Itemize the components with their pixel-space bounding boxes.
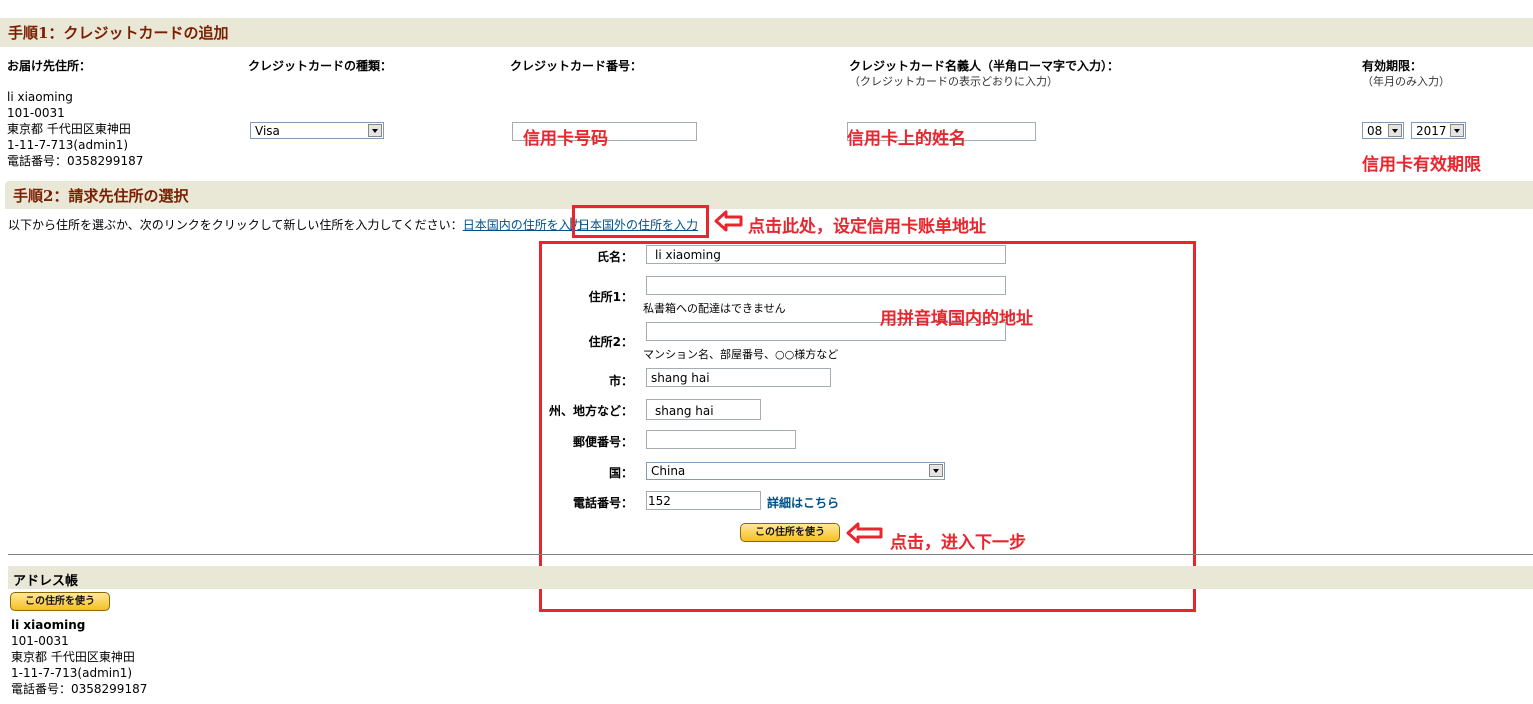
card-type-header: クレジットカードの種類： bbox=[248, 59, 393, 73]
overseas-link-highlight bbox=[572, 205, 709, 238]
expiry-year-value: 2017 bbox=[1416, 124, 1447, 138]
city-input[interactable]: shang hai bbox=[646, 368, 831, 387]
address-line: 電話番号：0358299187 bbox=[7, 154, 144, 168]
step2-title: 手順2：請求先住所の選択 bbox=[13, 187, 189, 205]
name-input[interactable]: li xiaoming bbox=[646, 245, 1006, 264]
country-label: 国： bbox=[608, 466, 633, 480]
address-line: 1-11-7-713(admin1) bbox=[11, 666, 133, 680]
zip-label: 郵便番号： bbox=[572, 435, 633, 449]
phone-label: 電話番号： bbox=[572, 496, 633, 510]
name-label: 氏名： bbox=[596, 250, 633, 264]
left-arrow-icon bbox=[714, 210, 743, 232]
divider bbox=[8, 554, 1533, 555]
use-this-address-button[interactable]: この住所を使う bbox=[740, 523, 840, 542]
left-arrow-icon bbox=[846, 522, 883, 544]
country-value: China bbox=[651, 464, 686, 478]
address-line: 東京都 千代田区東神田 bbox=[7, 122, 131, 136]
address-book-entry: li xiaoming 101-0031 東京都 千代田区東神田 1-11-7-… bbox=[11, 617, 147, 697]
shipping-address: li xiaoming 101-0031 東京都 千代田区東神田 1-11-7-… bbox=[7, 89, 143, 169]
billing-form-highlight bbox=[539, 241, 1196, 612]
address1-input[interactable] bbox=[646, 276, 1006, 295]
address-line: 電話番号：0358299187 bbox=[11, 682, 148, 696]
chevron-down-icon[interactable] bbox=[368, 124, 382, 137]
address-book-title: アドレス帳 bbox=[13, 574, 79, 589]
address1-hint: 私書箱への配達はできません bbox=[643, 302, 786, 315]
card-type-select[interactable]: Visa bbox=[250, 122, 384, 139]
card-number-header: クレジットカード番号： bbox=[510, 59, 643, 73]
expiry-month-select[interactable]: 08 bbox=[1362, 122, 1404, 139]
address1-label: 住所1： bbox=[588, 290, 633, 304]
card-name-header: クレジットカード名義人（半角ローマ字で入力）： bbox=[849, 59, 1120, 73]
address-book-band bbox=[8, 566, 1533, 589]
address-line: 1-11-7-713(admin1) bbox=[7, 138, 129, 152]
address-line: 101-0031 bbox=[7, 106, 65, 120]
expiry-header: 有効期限： bbox=[1362, 59, 1423, 73]
domestic-address-link[interactable]: 日本国内の住所を入力 bbox=[463, 218, 583, 232]
address-book-name: li xiaoming bbox=[11, 618, 86, 632]
address-line: 東京都 千代田区東神田 bbox=[11, 650, 135, 664]
address2-label: 住所2： bbox=[588, 335, 633, 349]
expiry-note: （年月のみ入力） bbox=[1362, 75, 1450, 88]
state-input[interactable]: shang hai bbox=[646, 399, 761, 420]
card-name-note: （クレジットカードの表示どおりに入力） bbox=[849, 75, 1058, 88]
state-label: 州、地方など： bbox=[548, 404, 633, 418]
annotation-next: 点击，进入下一步 bbox=[890, 533, 1026, 553]
annotation-card-name: 信用卡上的姓名 bbox=[847, 129, 966, 149]
address2-hint: マンション名、部屋番号、○○様方など bbox=[643, 348, 839, 361]
address-line: li xiaoming bbox=[7, 90, 73, 104]
address-line: 101-0031 bbox=[11, 634, 69, 648]
chevron-down-icon[interactable] bbox=[1450, 124, 1464, 137]
zip-input[interactable] bbox=[646, 430, 796, 449]
phone-input[interactable]: 152 bbox=[646, 491, 761, 510]
instruction-text: 以下から住所を選ぶか、次のリンクをクリックして新しい住所を入力してください： bbox=[8, 218, 463, 232]
step2-header-band bbox=[5, 181, 1533, 209]
country-select[interactable]: China bbox=[646, 462, 945, 480]
annotation-expiry: 信用卡有效期限 bbox=[1362, 155, 1481, 175]
annotation-pinyin: 用拼音填国内的地址 bbox=[880, 309, 1033, 329]
card-type-value: Visa bbox=[255, 124, 280, 138]
step1-header-band bbox=[0, 18, 1533, 47]
address-book-use-button[interactable]: この住所を使う bbox=[10, 592, 110, 611]
chevron-down-icon[interactable] bbox=[1388, 124, 1402, 137]
expiry-month-value: 08 bbox=[1367, 124, 1383, 138]
annotation-card-number: 信用卡号码 bbox=[523, 129, 608, 149]
shipping-address-header: お届け先住所： bbox=[7, 59, 92, 73]
city-label: 市： bbox=[608, 374, 633, 388]
phone-detail-link[interactable]: 詳細はこちら bbox=[767, 494, 839, 511]
step1-title: 手順1：クレジットカードの追加 bbox=[8, 24, 229, 42]
chevron-down-icon[interactable] bbox=[929, 464, 943, 477]
step2-instruction: 以下から住所を選ぶか、次のリンクをクリックして新しい住所を入力してください：日本… bbox=[8, 216, 583, 233]
expiry-year-select[interactable]: 2017 bbox=[1411, 122, 1466, 139]
annotation-click-here: 点击此处，设定信用卡账单地址 bbox=[748, 217, 986, 237]
